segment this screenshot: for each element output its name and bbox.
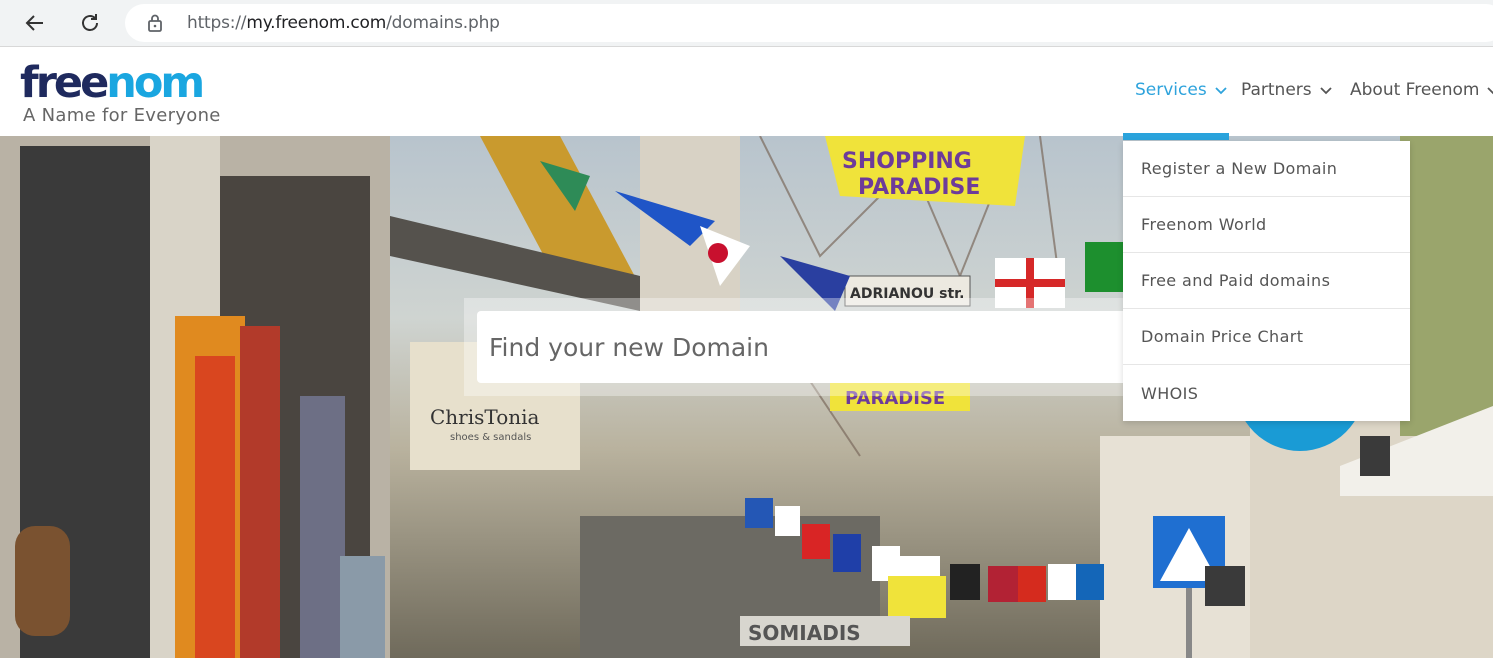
nav-services[interactable]: Services xyxy=(1135,80,1227,100)
chevron-down-icon xyxy=(1215,86,1227,94)
reload-icon xyxy=(82,14,98,31)
banner-text-top: SHOPPING xyxy=(842,149,972,174)
chevron-down-icon xyxy=(1320,86,1332,94)
store-sign-text: SOMIADIS xyxy=(748,621,861,645)
chevron-down-icon xyxy=(1487,86,1493,94)
banner-text-paradise: PARADISE xyxy=(858,175,980,200)
back-button[interactable] xyxy=(18,6,52,40)
domain-search-input[interactable] xyxy=(477,311,1177,383)
reload-button[interactable] xyxy=(73,6,107,40)
menu-item-free-and-paid-domains[interactable]: Free and Paid domains xyxy=(1123,253,1410,309)
url-text: https://my.freenom.com/domains.php xyxy=(187,13,500,33)
top-navigation: Services Partners About Freenom xyxy=(0,80,1493,104)
services-active-indicator xyxy=(1123,133,1229,140)
tagline: A Name for Everyone xyxy=(23,105,221,126)
lock-icon xyxy=(148,14,162,32)
shop-sign-subtext: shoes & sandals xyxy=(450,432,531,443)
arrow-left-icon xyxy=(25,15,43,31)
menu-item-register-new-domain[interactable]: Register a New Domain xyxy=(1123,141,1410,197)
menu-item-freenom-world[interactable]: Freenom World xyxy=(1123,197,1410,253)
address-bar[interactable]: https://my.freenom.com/domains.php xyxy=(125,4,1493,42)
shop-sign-text: ChrisTonia xyxy=(430,405,540,429)
services-dropdown-menu: Register a New Domain Freenom World Free… xyxy=(1123,141,1410,421)
menu-item-whois[interactable]: WHOIS xyxy=(1123,365,1410,421)
nav-partners[interactable]: Partners xyxy=(1241,80,1332,100)
site-header: freenom A Name for Everyone Services Par… xyxy=(0,48,1493,136)
nav-about-freenom[interactable]: About Freenom xyxy=(1350,80,1493,100)
menu-item-domain-price-chart[interactable]: Domain Price Chart xyxy=(1123,309,1410,365)
browser-toolbar: https://my.freenom.com/domains.php xyxy=(0,0,1493,47)
